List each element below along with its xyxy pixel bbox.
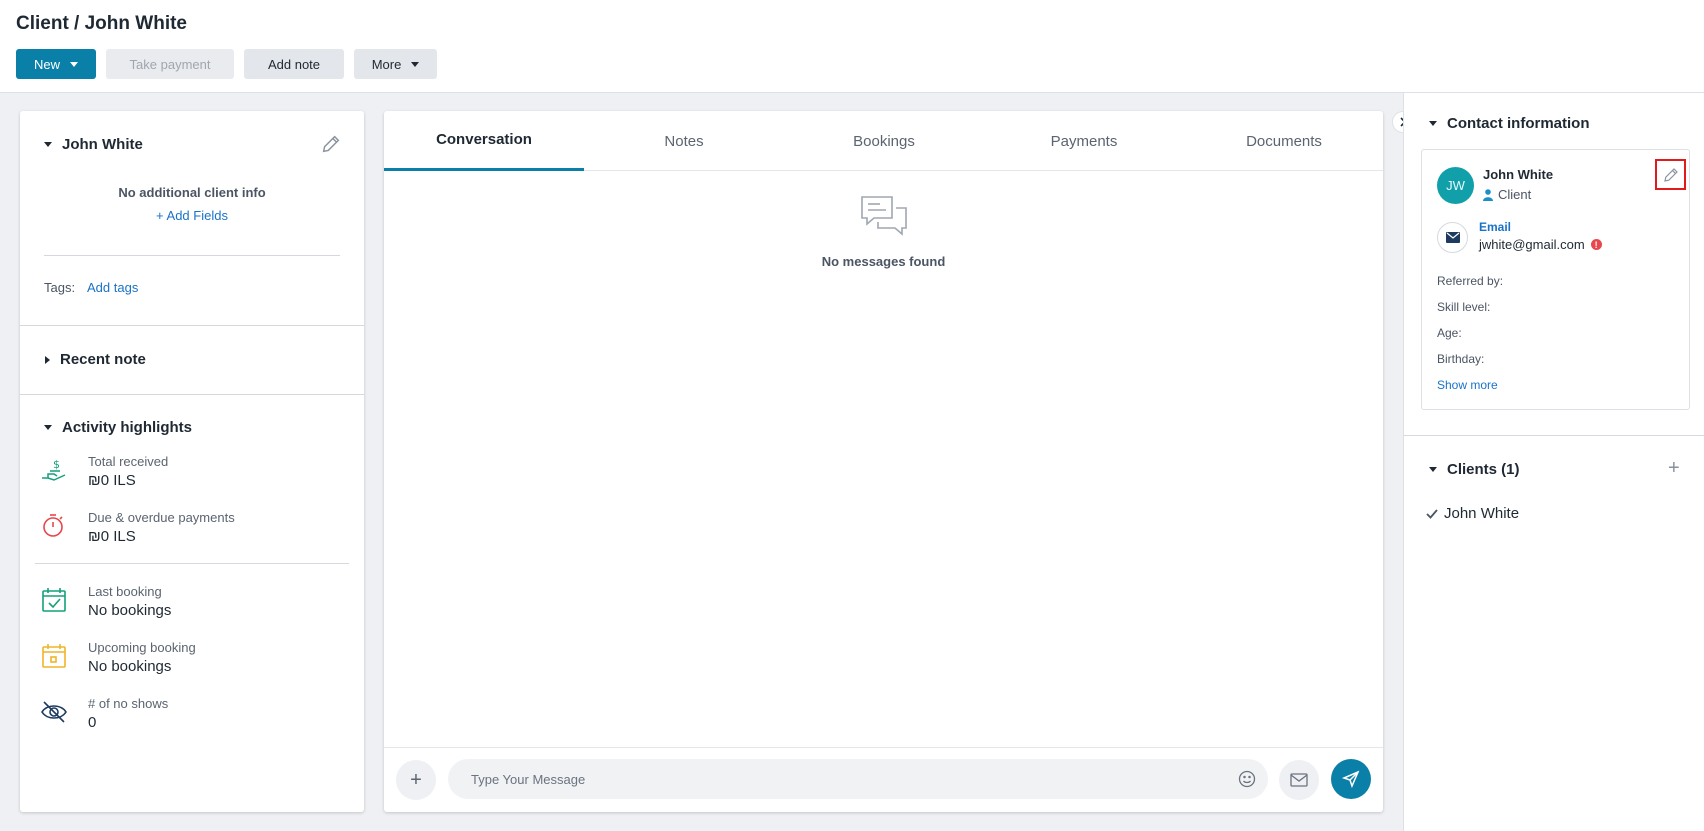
caret-down-icon <box>411 61 420 67</box>
contact-card: JW John White Client Email jwhite@gmail.… <box>1421 149 1690 410</box>
caret-down-icon <box>70 61 78 67</box>
contact-name: John White <box>1483 167 1554 182</box>
triangle-down-icon <box>1429 121 1437 126</box>
add-fields-link[interactable]: + Add Fields <box>20 208 364 223</box>
triangle-down-icon <box>1429 467 1437 472</box>
add-client-button[interactable]: + <box>1668 457 1680 480</box>
warning-icon: ! <box>1590 239 1602 250</box>
add-fields-label: Add Fields <box>166 208 228 223</box>
new-button-label: New <box>33 56 60 72</box>
email-label: Email <box>1479 220 1512 234</box>
contact-role-label: Client <box>1498 187 1532 202</box>
activity-highlights-toggle[interactable]: Activity highlights <box>44 419 192 436</box>
checkmark-icon <box>1426 508 1438 519</box>
show-more-link[interactable]: Show more <box>1437 378 1498 392</box>
triangle-down-icon <box>44 425 52 430</box>
divider <box>35 563 349 564</box>
client-summary-card: John White No additional client info + A… <box>20 111 364 812</box>
envelope-icon <box>1445 232 1460 243</box>
stopwatch-icon <box>43 514 63 537</box>
eye-slash-icon <box>41 701 67 723</box>
plus-icon: + <box>1668 457 1680 479</box>
conversation-card: Conversation Notes Bookings Payments Doc… <box>384 111 1383 812</box>
birthday-field: Birthday: <box>1437 352 1485 366</box>
recent-note-toggle[interactable]: Recent note <box>45 351 146 368</box>
emoji-icon[interactable] <box>1238 770 1256 788</box>
tab-payments[interactable]: Payments <box>984 111 1184 171</box>
no-shows-label: # of no shows <box>88 696 169 711</box>
person-icon <box>1483 188 1493 201</box>
triangle-right-icon <box>45 355 50 364</box>
client-name-toggle[interactable]: John White <box>44 136 143 153</box>
calendar-check-icon <box>42 588 66 612</box>
client-list-item-label: John White <box>1444 505 1520 522</box>
no-shows-value: 0 <box>88 714 97 731</box>
chat-bubbles-icon <box>861 196 907 236</box>
email-value[interactable]: jwhite@gmail.com <box>1479 237 1585 252</box>
last-booking-value: No bookings <box>88 602 172 619</box>
add-note-button[interactable]: Add note <box>244 49 344 79</box>
message-composer: + <box>384 747 1383 812</box>
message-input[interactable] <box>448 759 1268 799</box>
more-button[interactable]: More <box>354 49 437 79</box>
divider <box>1404 435 1704 436</box>
total-received-value: ₪0 ILS <box>88 472 136 489</box>
send-button[interactable] <box>1331 759 1371 799</box>
divider <box>44 255 340 256</box>
pencil-icon[interactable] <box>320 133 342 155</box>
due-overdue-label: Due & overdue payments <box>88 510 235 525</box>
contact-role: Client <box>1483 187 1531 202</box>
divider <box>20 394 364 395</box>
send-icon <box>1342 770 1360 788</box>
client-name: John White <box>62 136 143 153</box>
edit-contact-button[interactable] <box>1655 159 1686 190</box>
envelope-icon <box>1290 773 1308 787</box>
tab-bookings[interactable]: Bookings <box>784 111 984 171</box>
upcoming-booking-value: No bookings <box>88 658 172 675</box>
tab-bar: Conversation Notes Bookings Payments Doc… <box>384 111 1383 171</box>
email-icon-badge <box>1437 222 1468 253</box>
last-booking-label: Last booking <box>88 584 162 599</box>
plus-icon: + <box>410 768 422 791</box>
contact-panel: Contact information JW John White Client… <box>1403 93 1704 831</box>
calendar-icon <box>42 644 66 668</box>
new-button[interactable]: New <box>16 49 96 79</box>
attach-button[interactable]: + <box>396 760 436 800</box>
email-channel-button[interactable] <box>1279 760 1319 800</box>
page-title: Client / John White <box>16 13 187 34</box>
clients-title: Clients (1) <box>1447 461 1520 478</box>
recent-note-title: Recent note <box>60 351 146 368</box>
contact-information-title: Contact information <box>1447 115 1590 132</box>
age-field: Age: <box>1437 326 1462 340</box>
empty-messages-text: No messages found <box>821 254 946 269</box>
client-list-item[interactable]: John White <box>1426 505 1519 522</box>
contact-information-toggle[interactable]: Contact information <box>1429 115 1590 132</box>
activity-highlights-title: Activity highlights <box>62 419 193 436</box>
divider <box>20 325 364 326</box>
more-button-label: More <box>371 56 402 72</box>
page-header: Client / John White New Take payment Add… <box>0 0 1704 93</box>
tab-notes[interactable]: Notes <box>584 111 784 171</box>
triangle-down-icon <box>44 142 52 147</box>
clients-toggle[interactable]: Clients (1) <box>1429 461 1520 478</box>
money-hand-icon: $ <box>42 458 66 481</box>
no-client-info-text: No additional client info <box>118 185 266 200</box>
total-received-label: Total received <box>88 454 169 469</box>
add-tags-link[interactable]: Add tags <box>87 280 138 295</box>
tab-conversation[interactable]: Conversation <box>384 111 584 171</box>
upcoming-booking-label: Upcoming booking <box>88 640 196 655</box>
skill-level-field: Skill level: <box>1437 300 1491 314</box>
avatar: JW <box>1437 167 1474 204</box>
due-overdue-value: ₪0 ILS <box>88 528 136 545</box>
pencil-icon <box>1663 167 1678 182</box>
email-value-row: jwhite@gmail.com ! <box>1479 237 1602 252</box>
tab-documents[interactable]: Documents <box>1184 111 1384 171</box>
svg-text:$: $ <box>53 458 60 471</box>
plus-icon: + <box>156 208 167 223</box>
take-payment-button[interactable]: Take payment <box>106 49 234 79</box>
tags-label: Tags: <box>44 280 76 295</box>
referred-by-field: Referred by: <box>1437 274 1504 288</box>
